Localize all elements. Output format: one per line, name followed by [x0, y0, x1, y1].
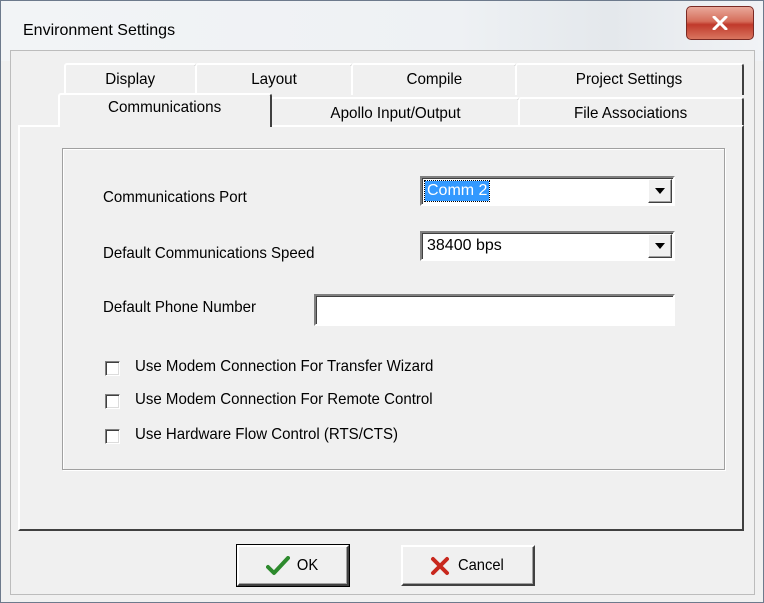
- tab-apollo-input-output-label: Apollo Input/Output: [329, 105, 461, 122]
- modem-transfer-wizard-checkbox[interactable]: [105, 361, 120, 376]
- default-speed-select[interactable]: 38400 bps: [420, 231, 675, 261]
- communications-port-label: Communications Port: [103, 189, 247, 206]
- modem-transfer-wizard-label[interactable]: Use Modem Connection For Transfer Wizard: [135, 358, 452, 376]
- modem-remote-control-label[interactable]: Use Modem Connection For Remote Control: [135, 391, 452, 409]
- chevron-down-icon: [655, 188, 665, 194]
- ok-button-label: OK: [297, 556, 319, 574]
- communications-port-dropdown-button[interactable]: [648, 179, 672, 203]
- tab-display-label: Display: [105, 71, 156, 88]
- tab-compile[interactable]: Compile: [351, 63, 517, 95]
- x-icon: [430, 556, 450, 576]
- chevron-down-icon: [655, 243, 665, 249]
- communications-group-box: Communications Port Comm 2 Default Commu…: [62, 148, 725, 470]
- tab-layout-label: Layout: [251, 71, 297, 88]
- close-button[interactable]: [686, 6, 754, 40]
- environment-settings-window: Environment Settings Display Layout Comp…: [0, 0, 764, 603]
- tab-display[interactable]: Display: [64, 63, 197, 95]
- communications-port-value: Comm 2: [423, 180, 491, 202]
- tab-communications[interactable]: Communications: [58, 93, 272, 127]
- default-speed-dropdown-button[interactable]: [648, 234, 672, 258]
- cancel-button-label: Cancel: [458, 556, 504, 574]
- cancel-button[interactable]: Cancel: [401, 545, 535, 586]
- hardware-flow-control-label[interactable]: Use Hardware Flow Control (RTS/CTS): [135, 426, 415, 444]
- checkmark-icon: [266, 555, 291, 576]
- default-speed-value: 38400 bps: [427, 237, 502, 254]
- close-icon: [712, 16, 728, 30]
- tab-layout[interactable]: Layout: [195, 63, 353, 95]
- tab-compile-label: Compile: [406, 71, 462, 88]
- ok-button[interactable]: OK: [236, 544, 350, 587]
- hardware-flow-control-checkbox[interactable]: [105, 429, 120, 444]
- default-speed-label: Default Communications Speed: [103, 245, 315, 262]
- tab-communications-label: Communications: [108, 99, 222, 116]
- default-phone-input[interactable]: [314, 294, 675, 326]
- default-phone-label: Default Phone Number: [103, 299, 256, 316]
- window-title: Environment Settings: [23, 22, 176, 39]
- communications-tab-page: Communications Port Comm 2 Default Commu…: [18, 125, 744, 531]
- tab-project-settings-label: Project Settings: [576, 71, 683, 88]
- tab-file-associations-label: File Associations: [574, 105, 688, 122]
- modem-remote-control-checkbox[interactable]: [105, 394, 120, 409]
- tab-project-settings[interactable]: Project Settings: [515, 63, 744, 95]
- communications-port-select[interactable]: Comm 2: [420, 176, 675, 206]
